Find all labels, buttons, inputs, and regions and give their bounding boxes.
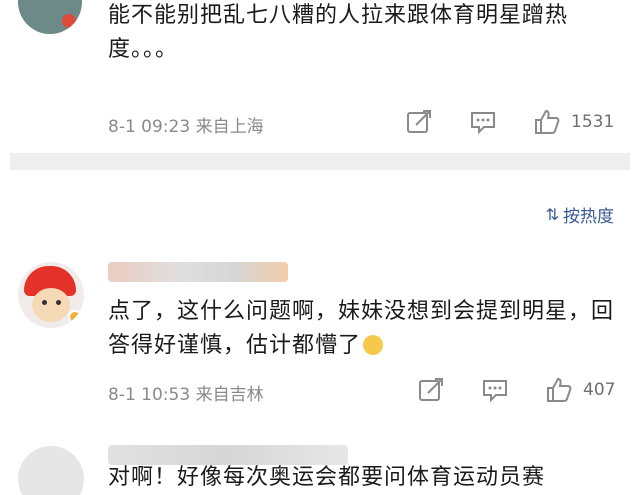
share-icon[interactable] <box>405 108 433 136</box>
comment-actions: 407 <box>417 376 615 404</box>
speechless-emoji-icon <box>363 335 384 355</box>
sort-button[interactable]: ⇅ 按热度 <box>546 202 614 227</box>
comment-text: 对啊！好像每次奥运会都要问体育运动员赛 <box>108 465 546 490</box>
like-icon[interactable] <box>545 376 573 404</box>
sort-icon: ⇅ <box>545 205 559 224</box>
separator <box>10 153 630 170</box>
badge-icon <box>68 310 82 324</box>
comment-icon[interactable] <box>481 376 509 404</box>
comment-text: 点了，这什么问题啊，妹妹没想到会提到明星，回答得好谨慎，估计都懵了 <box>108 299 615 358</box>
username-blurred[interactable] <box>108 262 288 282</box>
sort-label: 按热度 <box>563 207 614 227</box>
comment-text: 能不能别把乱七八糟的人拉来跟体育明星蹭热度。。。 <box>108 3 569 62</box>
like-count: 1531 <box>571 112 615 132</box>
badge-icon <box>62 14 76 28</box>
share-icon[interactable] <box>417 376 445 404</box>
comment-meta: 8-1 10:53 来自吉林 <box>108 385 264 405</box>
comment-actions: 1531 <box>405 108 614 136</box>
avatar[interactable] <box>18 262 84 328</box>
like-icon[interactable] <box>533 108 561 136</box>
comment-meta: 8-1 09:23 来自上海 <box>108 117 264 137</box>
comment-icon[interactable] <box>469 108 497 136</box>
avatar[interactable] <box>18 0 82 34</box>
like-count: 407 <box>583 380 616 400</box>
avatar[interactable] <box>18 446 84 495</box>
